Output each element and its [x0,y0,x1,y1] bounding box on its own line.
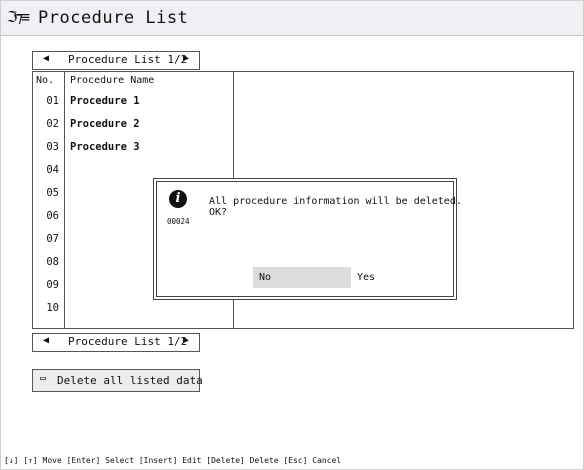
info-icon: i [169,190,187,208]
row-number: 03 [46,141,59,153]
next-page-icon[interactable]: ▶ [183,53,189,64]
row-number: 06 [46,210,59,222]
procedure-name: Procedure 1 [70,95,140,107]
column-header-no: No. [36,75,55,86]
key-help-bar: [↓] [↑] Move [Enter] Select [Insert] Edi… [4,456,342,465]
table-row[interactable]: 01 Procedure 1 [33,95,233,113]
no-button[interactable]: No [253,267,351,288]
message-code: 00024 [167,217,190,226]
page-title: Procedure List [38,8,189,28]
pager-label: Procedure List 1/2 [68,53,188,66]
dialog-message: All procedure information will be delete… [209,196,462,218]
pager-bottom: ◀ Procedure List 1/2 ▶ [32,333,200,352]
row-number: 09 [46,279,59,291]
procedure-icon: ℑ⁊≡ [7,8,30,26]
next-page-icon[interactable]: ▶ [183,335,189,346]
pager-top: ◀ Procedure List 1/2 ▶ [32,51,200,70]
delete-all-label: Delete all listed data [57,374,203,387]
row-number: 05 [46,187,59,199]
row-number: 02 [46,118,59,130]
title-bar: ℑ⁊≡ Procedure List [1,1,583,36]
column-header-name: Procedure Name [70,75,155,86]
procedure-name: Procedure 2 [70,118,140,130]
prev-page-icon[interactable]: ◀ [43,53,49,64]
prev-page-icon[interactable]: ◀ [43,335,49,346]
row-number: 01 [46,95,59,107]
row-number: 04 [46,164,59,176]
pager-label: Procedure List 1/2 [68,335,188,348]
list-icon: ▭ [40,373,47,384]
row-number: 07 [46,233,59,245]
procedure-name: Procedure 3 [70,141,140,153]
delete-all-button[interactable]: ▭ Delete all listed data [32,369,203,392]
row-number: 08 [46,256,59,268]
table-row[interactable]: 03 Procedure 3 [33,141,233,159]
yes-button[interactable]: Yes [357,267,417,288]
row-number: 10 [46,302,59,314]
confirm-dialog: i 00024 All procedure information will b… [153,178,462,300]
table-row[interactable]: 02 Procedure 2 [33,118,233,136]
table-row[interactable]: 10 [33,302,233,320]
